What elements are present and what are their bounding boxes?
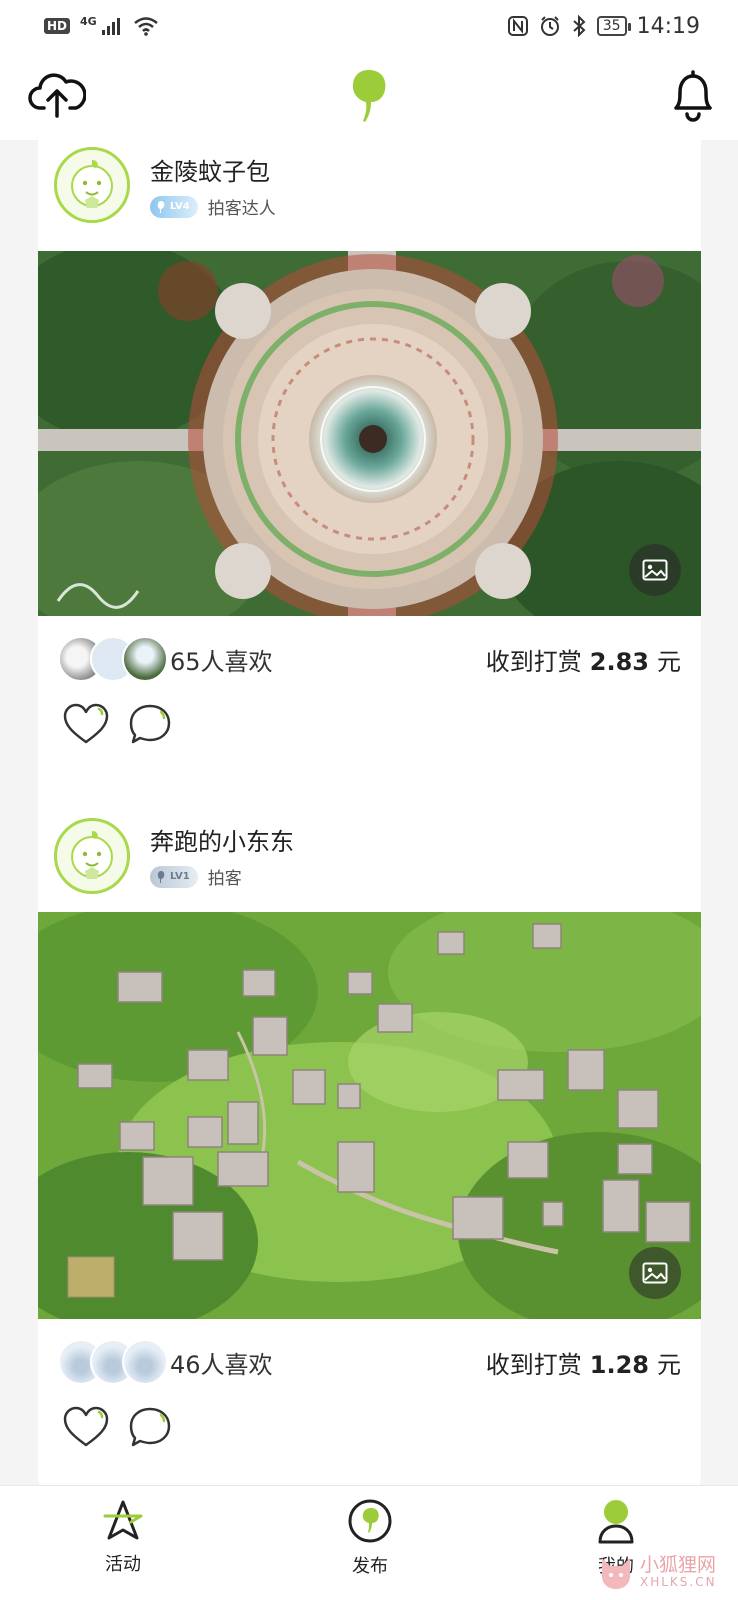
nfc-icon — [507, 16, 528, 36]
mascot-avatar-icon — [71, 160, 113, 208]
comment-bubble-icon — [129, 704, 171, 744]
level-text: LV1 — [170, 871, 190, 882]
cloud-upload-icon — [28, 73, 87, 118]
bluetooth-icon — [573, 15, 586, 37]
user-name[interactable]: 奔跑的小东东 — [150, 822, 294, 857]
watermark-text: 小狐狸网 XHLKS.CN — [640, 1555, 717, 1589]
post-header: 金陵蚊子包 LV4 拍客达人 — [38, 140, 701, 251]
level-text: LV4 — [170, 201, 190, 212]
village-aerial-photo — [38, 912, 701, 1319]
status-right: 35 14:19 — [507, 14, 700, 39]
reward-label: 收到打赏 — [485, 648, 582, 676]
level-title: 拍客达人 — [207, 199, 276, 219]
battery-indicator: 35 — [596, 16, 631, 36]
post-photo[interactable] — [38, 251, 701, 616]
post-stats: 46人喜欢 收到打赏 1.28 元 — [38, 1319, 701, 1399]
publish-leaf-icon — [348, 1499, 392, 1543]
comment-button[interactable] — [126, 702, 174, 746]
nav-activity[interactable]: 活动 — [63, 1498, 183, 1593]
liker-avatars[interactable] — [58, 636, 168, 682]
likes-count[interactable]: 46人喜欢 — [170, 1345, 273, 1380]
reward-label: 收到打赏 — [485, 1351, 582, 1379]
post-stats: 65人喜欢 收到打赏 2.83 元 — [38, 616, 701, 696]
likes-count[interactable]: 65人喜欢 — [170, 642, 273, 677]
heart-icon — [63, 1406, 109, 1447]
status-bar: HD 4G 35 14:19 — [0, 0, 738, 52]
image-gallery-icon — [642, 559, 668, 581]
reward-amount: 1.28 — [589, 1351, 649, 1379]
watermark-en: XHLKS.CN — [640, 1574, 717, 1589]
plaza-aerial-photo — [38, 251, 701, 616]
nav-label: 发布 — [352, 1556, 388, 1577]
watermark-cn: 小狐狸网 — [640, 1553, 717, 1576]
notification-button[interactable] — [668, 68, 718, 124]
image-gallery-icon — [642, 1262, 668, 1284]
post-header: 奔跑的小东东 LV1 拍客 — [38, 800, 701, 912]
post-card[interactable]: 奔跑的小东东 LV1 拍客 46人喜欢 收到打赏 1.28 元 — [38, 800, 701, 1485]
liker-avatar — [122, 1339, 168, 1385]
user-level: LV4 拍客达人 — [150, 194, 276, 219]
wifi-icon — [133, 17, 158, 36]
user-level: LV1 拍客 — [150, 864, 242, 889]
leaf-logo-icon — [352, 70, 386, 122]
site-watermark: 小狐狸网 XHLKS.CN — [596, 1548, 734, 1596]
avatar[interactable] — [54, 147, 130, 223]
post-feed[interactable]: 金陵蚊子包 LV4 拍客达人 65人喜欢 收到打赏 2.83 元 奔跑的小东东 … — [0, 140, 738, 1485]
status-time: 14:19 — [636, 13, 700, 39]
reward-info: 收到打赏 2.83 元 — [486, 642, 681, 677]
post-actions — [38, 696, 701, 766]
gallery-button[interactable] — [629, 544, 681, 596]
reward-info: 收到打赏 1.28 元 — [486, 1345, 681, 1380]
level-badge: LV4 — [150, 195, 198, 218]
compass-star-icon — [103, 1500, 143, 1540]
reward-unit: 元 — [657, 1351, 681, 1379]
liker-avatars[interactable] — [58, 1339, 168, 1385]
hd-badge: HD — [44, 18, 71, 34]
like-button[interactable] — [62, 702, 110, 746]
mascot-avatar-icon — [71, 831, 113, 879]
comment-bubble-icon — [129, 1407, 171, 1447]
avatar[interactable] — [54, 818, 130, 894]
post-card[interactable]: 金陵蚊子包 LV4 拍客达人 65人喜欢 收到打赏 2.83 元 — [38, 140, 701, 910]
alarm-icon — [540, 16, 559, 36]
bell-icon — [674, 70, 712, 122]
liker-avatar — [122, 636, 168, 682]
network-type: 4G — [80, 14, 97, 28]
signal-icon — [101, 18, 120, 35]
upload-button[interactable] — [28, 68, 87, 120]
comment-button[interactable] — [126, 1405, 174, 1449]
leaf-badge-icon — [157, 870, 165, 883]
app-header — [0, 52, 738, 140]
reward-amount: 2.83 — [589, 648, 649, 676]
leaf-badge-icon — [157, 200, 165, 213]
heart-icon — [63, 703, 109, 744]
profile-icon — [598, 1500, 634, 1544]
gallery-button[interactable] — [629, 1247, 681, 1299]
post-actions — [38, 1399, 701, 1469]
level-badge: LV1 — [150, 865, 198, 888]
post-photo[interactable] — [38, 912, 701, 1319]
nav-label: 活动 — [105, 1554, 141, 1575]
level-title: 拍客 — [207, 869, 242, 889]
like-button[interactable] — [62, 1405, 110, 1449]
fox-logo-icon — [602, 1558, 630, 1589]
user-name[interactable]: 金陵蚊子包 — [150, 152, 270, 187]
reward-unit: 元 — [657, 648, 681, 676]
status-left: HD 4G — [44, 15, 159, 38]
nav-publish[interactable]: 发布 — [310, 1498, 430, 1593]
